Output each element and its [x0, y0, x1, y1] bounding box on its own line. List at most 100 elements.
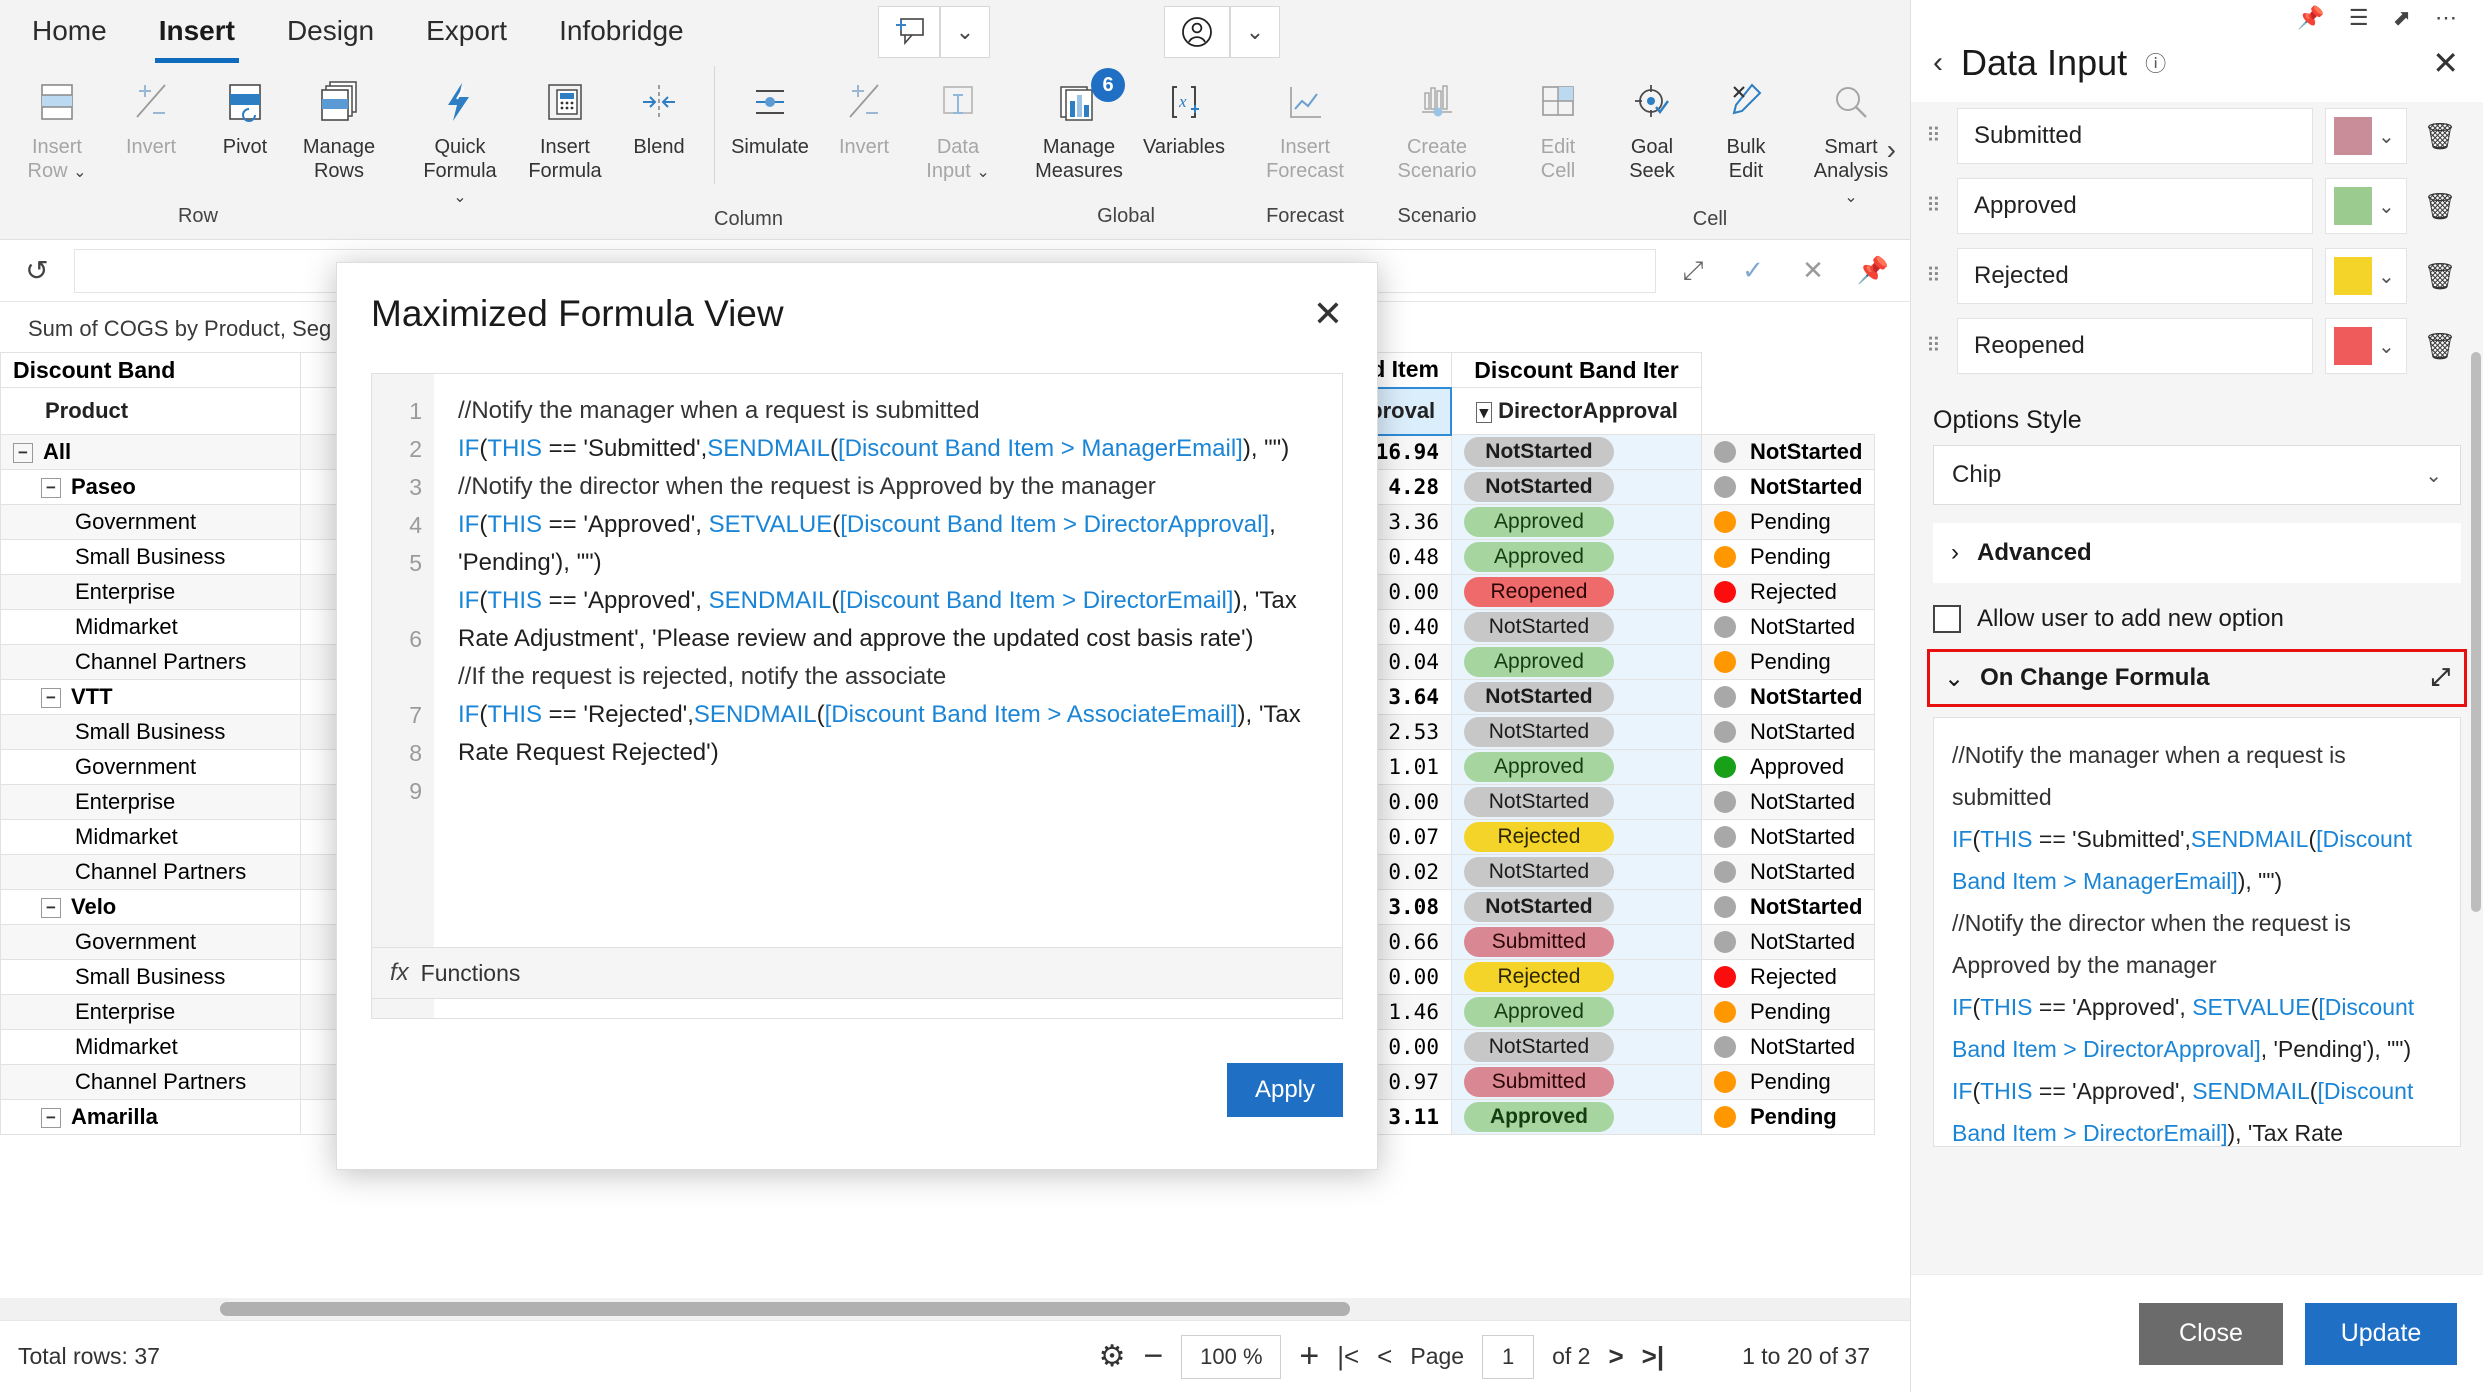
tab-export[interactable]: Export [422, 9, 511, 53]
cell-manager-approval[interactable]: Approved [1451, 995, 1701, 1030]
create-scenario-button[interactable]: CreateScenario [1379, 62, 1495, 184]
tab-home[interactable]: Home [28, 9, 111, 53]
cell-manager-approval[interactable]: NotStarted [1451, 855, 1701, 890]
cell-director-approval[interactable]: NotStarted [1701, 715, 1874, 750]
option-label-input[interactable]: Rejected [1957, 248, 2313, 304]
cell-director-approval[interactable]: Rejected [1701, 960, 1874, 995]
gear-icon[interactable]: ⚙ [1099, 1339, 1126, 1374]
expand-icon[interactable]: ⬈ [2393, 5, 2411, 31]
cell-manager-approval[interactable]: Submitted [1451, 1065, 1701, 1100]
functions-bar[interactable]: fx Functions [371, 947, 1343, 999]
cell-director-approval[interactable]: NotStarted [1701, 680, 1874, 715]
tab-design[interactable]: Design [283, 9, 378, 53]
expand-collapse-icon[interactable]: − [41, 478, 61, 498]
trash-icon[interactable]: 🗑 [2419, 121, 2461, 152]
close-icon[interactable]: ✕ [2432, 44, 2459, 82]
tab-infobridge[interactable]: Infobridge [555, 9, 688, 53]
scrollbar-thumb[interactable] [220, 1302, 1350, 1316]
update-button[interactable]: Update [2305, 1303, 2457, 1365]
cell-manager-approval[interactable]: Approved [1451, 505, 1701, 540]
option-label-input[interactable]: Approved [1957, 178, 2313, 234]
allow-new-option-row[interactable]: Allow user to add new option [1911, 583, 2483, 641]
chevron-left-icon[interactable]: ‹ [1933, 46, 1943, 80]
filter-icon[interactable]: ☰ [2349, 5, 2369, 31]
drag-handle-icon[interactable]: ⠿ [1923, 339, 1945, 354]
expand-collapse-icon[interactable]: − [41, 1108, 61, 1128]
invert-row-button[interactable]: Invert [104, 62, 198, 159]
formula-editor[interactable]: 123456789 //Notify the manager when a re… [371, 373, 1343, 1019]
zoom-level[interactable]: 100 % [1181, 1335, 1281, 1379]
cell-director-approval[interactable]: NotStarted [1701, 820, 1874, 855]
cell-director-approval[interactable]: Pending [1701, 995, 1874, 1030]
option-color-picker[interactable]: ⌄ [2325, 248, 2407, 304]
confirm-icon[interactable]: ✓ [1730, 255, 1776, 286]
maximize-icon[interactable]: ⤢ [2431, 664, 2450, 692]
variables-button[interactable]: x Variables [1137, 62, 1231, 159]
drag-handle-icon[interactable]: ⠿ [1923, 129, 1945, 144]
cell-manager-approval[interactable]: NotStarted [1451, 470, 1701, 505]
expand-collapse-icon[interactable]: − [13, 443, 33, 463]
cell-director-approval[interactable]: NotStarted [1701, 435, 1874, 470]
formula-code[interactable]: //Notify the manager when a request is s… [434, 374, 1342, 1018]
option-color-picker[interactable]: ⌄ [2325, 318, 2407, 374]
cell-director-approval[interactable]: Rejected [1701, 575, 1874, 610]
pin-icon[interactable]: 📌 [1850, 255, 1896, 286]
option-color-picker[interactable]: ⌄ [2325, 178, 2407, 234]
insert-row-button[interactable]: InsertRow ⌄ [10, 62, 104, 184]
horizontal-scrollbar[interactable] [0, 1298, 1910, 1320]
invert-column-button[interactable]: Invert [817, 62, 911, 159]
cell-manager-approval[interactable]: Approved [1451, 750, 1701, 785]
cell-manager-approval[interactable]: Reopened [1451, 575, 1701, 610]
edit-cell-button[interactable]: EditCell [1511, 62, 1605, 184]
simulate-button[interactable]: Simulate [723, 62, 817, 159]
cell-manager-approval[interactable]: NotStarted [1451, 610, 1701, 645]
close-button[interactable]: Close [2139, 1303, 2283, 1365]
col-product[interactable]: Product [1, 388, 301, 435]
prev-page-button[interactable]: < [1377, 1341, 1392, 1372]
insert-forecast-button[interactable]: InsertForecast [1247, 62, 1363, 184]
data-input-button[interactable]: DataInput ⌄ [911, 62, 1005, 184]
zoom-in-button[interactable]: + [1299, 1337, 1319, 1376]
manage-measures-button[interactable]: 6 ManageMeasures [1021, 62, 1137, 184]
last-page-button[interactable]: >| [1642, 1341, 1664, 1372]
options-style-select[interactable]: Chip ⌄ [1933, 445, 2461, 505]
next-page-button[interactable]: > [1608, 1341, 1623, 1372]
quick-formula-button[interactable]: QuickFormula ⌄ [402, 62, 518, 208]
allow-new-option-checkbox[interactable] [1933, 605, 1961, 633]
zoom-out-button[interactable]: − [1144, 1337, 1164, 1376]
page-input[interactable]: 1 [1482, 1335, 1534, 1379]
more-icon[interactable]: ⋯ [2435, 5, 2457, 31]
manage-rows-button[interactable]: ManageRows [292, 62, 386, 184]
comment-dropdown-button[interactable]: ⌄ [940, 6, 990, 58]
cell-director-approval[interactable]: NotStarted [1701, 785, 1874, 820]
option-color-picker[interactable]: ⌄ [2325, 108, 2407, 164]
cell-director-approval[interactable]: Pending [1701, 505, 1874, 540]
cell-manager-approval[interactable]: Approved [1451, 645, 1701, 680]
cell-director-approval[interactable]: Pending [1701, 1065, 1874, 1100]
pin-icon[interactable]: 📌 [2297, 5, 2324, 31]
cell-manager-approval[interactable]: NotStarted [1451, 715, 1701, 750]
drag-handle-icon[interactable]: ⠿ [1923, 199, 1945, 214]
cell-manager-approval[interactable]: NotStarted [1451, 680, 1701, 715]
pivot-button[interactable]: Pivot [198, 62, 292, 159]
col-director-approval[interactable]: ▾DirectorApproval [1451, 388, 1701, 435]
cell-director-approval[interactable]: NotStarted [1701, 470, 1874, 505]
option-label-input[interactable]: Reopened [1957, 318, 2313, 374]
close-icon[interactable]: ✕ [1313, 296, 1343, 332]
cell-manager-approval[interactable]: NotStarted [1451, 890, 1701, 925]
on-change-formula-text[interactable]: //Notify the manager when a request is s… [1933, 717, 2461, 1147]
trash-icon[interactable]: 🗑 [2419, 331, 2461, 362]
apply-button[interactable]: Apply [1227, 1063, 1343, 1117]
cancel-icon[interactable]: ✕ [1790, 255, 1836, 286]
cell-director-approval[interactable]: NotStarted [1701, 925, 1874, 960]
cell-manager-approval[interactable]: Rejected [1451, 960, 1701, 995]
expand-formula-icon[interactable]: ⤢ [1670, 255, 1716, 287]
cell-manager-approval[interactable]: Approved [1451, 540, 1701, 575]
cell-manager-approval[interactable]: NotStarted [1451, 1030, 1701, 1065]
cell-director-approval[interactable]: NotStarted [1701, 890, 1874, 925]
cell-director-approval[interactable]: NotStarted [1701, 610, 1874, 645]
cell-manager-approval[interactable]: NotStarted [1451, 435, 1701, 470]
cell-manager-approval[interactable]: Approved [1451, 1100, 1701, 1135]
trash-icon[interactable]: 🗑 [2419, 191, 2461, 222]
expand-collapse-icon[interactable]: − [41, 898, 61, 918]
